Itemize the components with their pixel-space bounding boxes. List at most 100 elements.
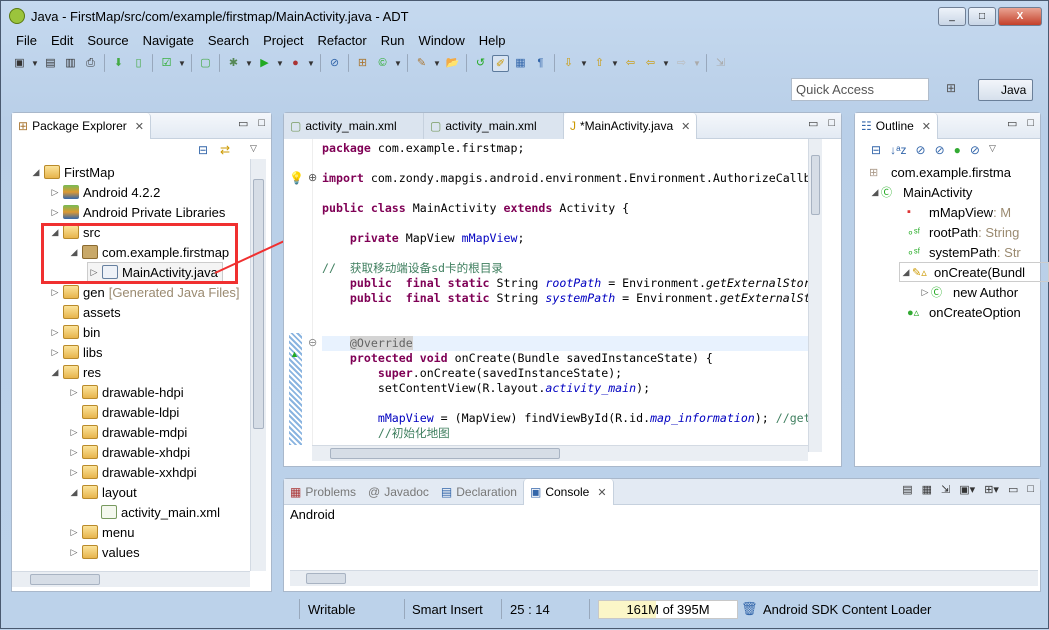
menu-help[interactable]: Help	[472, 31, 513, 50]
view-menu-icon[interactable]: ▽	[989, 143, 996, 157]
outline-item[interactable]: ∘ˢᶠ rootPath : String	[907, 222, 1019, 242]
code-line[interactable]	[322, 321, 811, 336]
outline-item[interactable]: ●▵ onCreateOption	[907, 302, 1021, 322]
close-tab-icon[interactable]: ✕	[597, 486, 606, 499]
tab-problems[interactable]: ▦ Problems	[284, 479, 362, 505]
tree-item[interactable]: ▷ menu	[68, 522, 135, 542]
expanded-arrow-icon[interactable]: ◢	[900, 267, 912, 278]
maximize-view-icon[interactable]: □	[1027, 117, 1034, 130]
menu-file[interactable]: File	[9, 31, 44, 50]
collapsed-arrow-icon[interactable]: ▷	[49, 207, 61, 218]
collapse-all-icon[interactable]: ⊟	[198, 143, 208, 157]
code-line[interactable]: public final static String rootPath = En…	[322, 276, 811, 291]
tree-vertical-scrollbar[interactable]	[250, 159, 266, 571]
minimize-button[interactable]: _	[938, 7, 966, 26]
tree-item[interactable]: ◢ layout	[68, 482, 137, 502]
heap-status[interactable]: 161M of 395M	[598, 600, 738, 619]
open-type-icon[interactable]: 📂	[444, 55, 461, 72]
code-line[interactable]: mMapView = (MapView) findViewById(R.id.m…	[322, 411, 811, 426]
tree-item[interactable]: ▷ gen [Generated Java Files]	[49, 282, 240, 302]
open-task-icon[interactable]: ✎	[413, 55, 430, 72]
dropdown-icon[interactable]: ▼	[178, 55, 186, 72]
outline-item[interactable]: ▷ Ⓒnew Author	[919, 282, 1019, 302]
tree-item[interactable]: ▷ values	[68, 542, 140, 562]
tree-horizontal-scrollbar[interactable]	[12, 571, 250, 587]
block-selection-icon[interactable]: ▦	[512, 55, 529, 72]
pin-console-icon[interactable]: ⇲	[941, 483, 950, 496]
new-dropdown-icon[interactable]: ▼	[31, 55, 39, 72]
outline-item[interactable]: ∘ˢᶠ systemPath : Str	[907, 242, 1021, 262]
hide-static-icon[interactable]: ⊘	[935, 143, 945, 157]
view-menu-icon[interactable]: ▽	[250, 143, 257, 154]
tree-item[interactable]: ▷ drawable-xxhdpi	[68, 462, 197, 482]
outline-item[interactable]: ◢ ✎▵ onCreate(Bundl	[899, 262, 1049, 282]
expand-fold-icon[interactable]: ⊕	[308, 171, 317, 184]
collapsed-arrow-icon[interactable]: ▷	[49, 327, 61, 338]
next-annotation-dropdown-icon[interactable]: ▼	[580, 55, 588, 72]
mark-occurrences-icon[interactable]: ✐	[492, 54, 509, 72]
display-console-icon[interactable]: ▣▾	[959, 483, 975, 496]
code-line[interactable]: public class MainActivity extends Activi…	[322, 201, 811, 216]
tab-console[interactable]: ▣ Console ✕	[522, 479, 614, 505]
maximize-view-icon[interactable]: □	[1027, 483, 1034, 496]
code-line[interactable]	[322, 246, 811, 261]
tree-item[interactable]: drawable-ldpi	[68, 402, 179, 422]
skip-breakpoints-icon[interactable]: ⊘	[326, 55, 343, 72]
collapsed-arrow-icon[interactable]: ▷	[49, 187, 61, 198]
close-tab-icon[interactable]: ✕	[135, 120, 144, 133]
next-annotation-icon[interactable]: ⇩	[560, 55, 577, 72]
code-line[interactable]	[322, 396, 811, 411]
warning-lightbulb-icon[interactable]: 💡	[289, 171, 304, 185]
pin-editor-icon[interactable]: ⇲	[712, 55, 729, 72]
maximize-view-icon[interactable]: □	[258, 117, 265, 130]
tree-item[interactable]: ▷ drawable-xhdpi	[68, 442, 191, 462]
code-line[interactable]: import com.zondy.mapgis.android.environm…	[322, 171, 811, 186]
close-tab-icon[interactable]: ✕	[681, 120, 690, 133]
tab-activity-main-xml-2[interactable]: ▢ activity_main.xml	[424, 113, 564, 139]
collapsed-arrow-icon[interactable]: ▷	[68, 467, 80, 478]
code-line[interactable]: @Override	[322, 336, 808, 351]
save-all-icon[interactable]: ▥	[62, 55, 79, 72]
outline-item[interactable]: ◢ Ⓒ MainActivity	[869, 182, 973, 202]
collapse-fold-icon[interactable]: ⊖	[308, 336, 317, 349]
collapsed-arrow-icon[interactable]: ▷	[49, 287, 61, 298]
previous-annotation-icon[interactable]: ⇧	[591, 55, 608, 72]
collapsed-arrow-icon[interactable]: ▷	[68, 427, 80, 438]
expanded-arrow-icon[interactable]: ◢	[30, 167, 42, 178]
code-line[interactable]	[322, 156, 811, 171]
menu-edit[interactable]: Edit	[44, 31, 80, 50]
code-line[interactable]: //初始化地图	[322, 426, 811, 441]
expanded-arrow-icon[interactable]: ◢	[49, 367, 61, 378]
code-line[interactable]	[322, 306, 811, 321]
code-line[interactable]: private MapView mMapView;	[322, 231, 811, 246]
open-perspective-icon[interactable]: ⊞	[946, 81, 962, 97]
new-package-icon[interactable]: ⊞	[354, 55, 371, 72]
code-line[interactable]: package com.example.firstmap;	[322, 141, 811, 156]
collapsed-arrow-icon[interactable]: ▷	[68, 547, 80, 558]
editor-horizontal-scrollbar[interactable]	[312, 445, 808, 461]
tab-declaration[interactable]: ▤ Declaration	[435, 479, 523, 505]
avd-manager-icon[interactable]: ▯	[130, 55, 147, 72]
tree-item[interactable]: activity_main.xml	[87, 502, 220, 522]
menu-run[interactable]: Run	[374, 31, 412, 50]
minimize-view-icon[interactable]: ▭	[1008, 483, 1018, 496]
task-dropdown-icon[interactable]: ▼	[433, 55, 441, 72]
tree-item[interactable]: assets	[49, 302, 121, 322]
editor-vertical-scrollbar[interactable]	[808, 139, 822, 452]
show-whitespace-icon[interactable]: ¶	[532, 55, 549, 72]
tree-item[interactable]: ▷ drawable-hdpi	[68, 382, 184, 402]
collapsed-arrow-icon[interactable]: ▷	[919, 287, 931, 298]
hide-non-public-icon[interactable]: ●	[954, 143, 961, 157]
new-class-icon[interactable]: ©	[374, 55, 391, 72]
forward-icon[interactable]: ⇨	[673, 55, 690, 72]
code-line[interactable]: // 获取移动端设备sd卡的根目录	[322, 261, 811, 276]
open-console-icon[interactable]: ⊞▾	[984, 483, 999, 496]
link-with-editor-icon[interactable]: ⇄	[220, 143, 230, 157]
console-horizontal-scrollbar[interactable]	[290, 570, 1038, 586]
collapsed-arrow-icon[interactable]: ▷	[49, 347, 61, 358]
menu-navigate[interactable]: Navigate	[136, 31, 201, 50]
tab-javadoc[interactable]: @ Javadoc	[362, 479, 435, 505]
collapsed-arrow-icon[interactable]: ▷	[68, 447, 80, 458]
expanded-arrow-icon[interactable]: ◢	[869, 187, 881, 198]
tree-item[interactable]: ◢ FirstMap	[30, 162, 115, 182]
